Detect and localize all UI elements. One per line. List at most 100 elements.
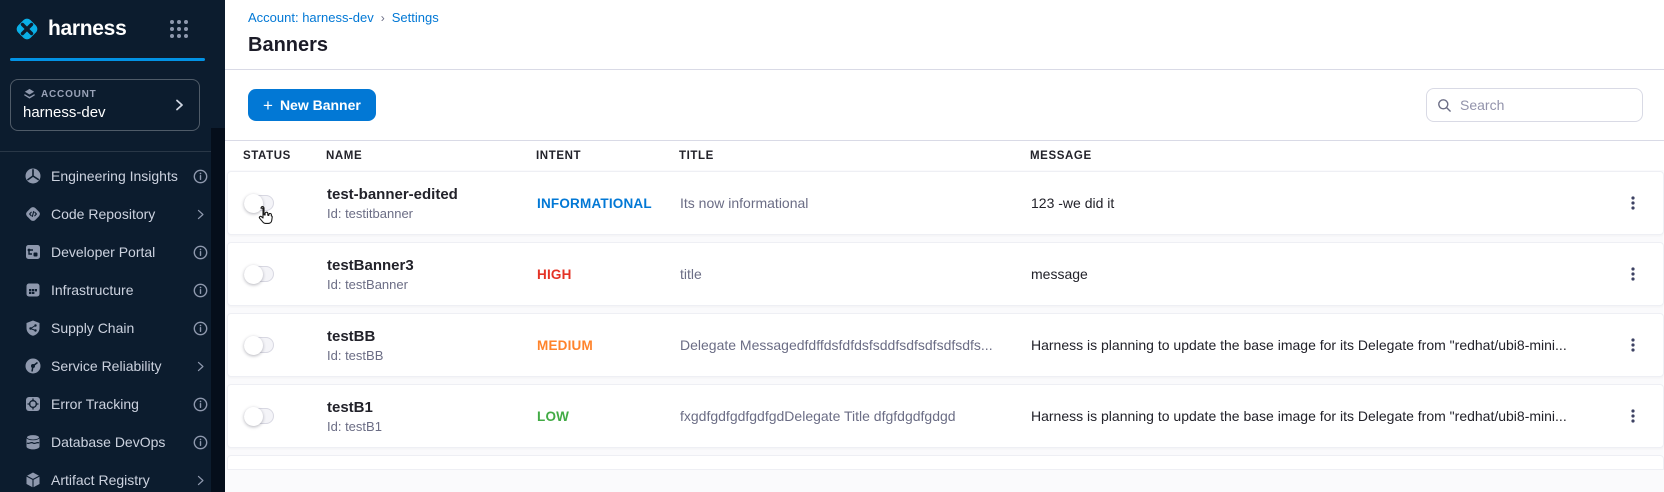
breadcrumb-account-link[interactable]: Account: harness-dev	[248, 10, 374, 25]
row-menu-button[interactable]	[1619, 402, 1647, 430]
column-header-title: TITLE	[679, 150, 1030, 162]
page-header: Account: harness-dev › Settings Banners	[225, 0, 1664, 70]
banner-message: 123 -we did it	[1031, 195, 1619, 211]
banner-title: title	[680, 266, 1031, 282]
sidebar-item[interactable]: Developer Portal	[0, 233, 225, 271]
banner-intent: MEDIUM	[537, 338, 680, 353]
sidebar-item[interactable]: Supply Chain	[0, 309, 225, 347]
info-icon[interactable]	[193, 321, 208, 336]
chevron-right-icon	[194, 474, 207, 487]
app-window: harness ACCOUNT harness-dev	[0, 0, 1664, 492]
search-input[interactable]	[1460, 97, 1632, 113]
status-toggle[interactable]	[244, 337, 274, 353]
sidebar: harness ACCOUNT harness-dev	[0, 0, 225, 492]
new-banner-button[interactable]: + New Banner	[248, 89, 376, 121]
chevron-right-icon	[194, 208, 207, 221]
main-content: Account: harness-dev › Settings Banners …	[225, 0, 1664, 492]
table-row[interactable]: testBanner3 Id: testBanner HIGH title me…	[227, 242, 1664, 306]
toolbar: + New Banner	[225, 70, 1664, 141]
chevron-right-icon	[171, 97, 187, 113]
sidebar-item[interactable]: Infrastructure	[0, 271, 225, 309]
row-menu-button[interactable]	[1619, 260, 1647, 288]
developer-portal-icon	[23, 243, 42, 262]
kebab-icon	[1625, 337, 1641, 353]
banner-message: message	[1031, 266, 1619, 282]
banner-name: testB1	[327, 399, 537, 416]
sidebar-item[interactable]: Error Tracking	[0, 385, 225, 423]
sidebar-scrollbar[interactable]	[211, 128, 225, 492]
row-menu-button[interactable]	[1619, 331, 1647, 359]
status-toggle[interactable]	[244, 408, 274, 424]
sidebar-nav: Engineering Insights Code Repository	[0, 152, 225, 492]
sidebar-item[interactable]: Database DevOps	[0, 423, 225, 461]
column-header-message: MESSAGE	[1030, 150, 1620, 162]
sidebar-item[interactable]: Code Repository	[0, 195, 225, 233]
account-layers-icon	[23, 88, 36, 101]
logo-wordmark: harness	[48, 17, 169, 41]
table-rows: test-banner-edited Id: testitbanner INFO…	[225, 170, 1664, 455]
plus-icon: +	[263, 97, 273, 114]
logo-row: harness	[0, 0, 225, 58]
banner-title: Its now informational	[680, 195, 1031, 211]
info-icon[interactable]	[193, 435, 208, 450]
banner-intent: LOW	[537, 409, 680, 424]
banner-name: test-banner-edited	[327, 186, 537, 203]
error-tracking-icon	[23, 395, 42, 414]
banner-title: Delegate Messagedfdffdsfdfdsfsddfsdfsdfs…	[680, 337, 1031, 353]
search-box	[1426, 88, 1643, 122]
harness-logo-icon	[13, 15, 41, 43]
code-repository-icon	[23, 205, 42, 224]
table-row[interactable]: testB1 Id: testB1 LOW fxgdfgdfgdfgdfgdDe…	[227, 384, 1664, 448]
banner-name: testBB	[327, 328, 537, 345]
artifact-registry-icon	[23, 471, 42, 490]
breadcrumb: Account: harness-dev › Settings	[248, 10, 1664, 25]
info-icon[interactable]	[193, 245, 208, 260]
page-title: Banners	[248, 34, 1664, 57]
banner-intent: HIGH	[537, 267, 680, 282]
supply-chain-icon	[23, 319, 42, 338]
banner-intent: INFORMATIONAL	[537, 196, 680, 211]
banner-id: Id: testB1	[327, 419, 537, 434]
column-header-intent: INTENT	[536, 150, 679, 162]
banner-id: Id: testitbanner	[327, 206, 537, 221]
info-icon[interactable]	[193, 397, 208, 412]
banner-id: Id: testBB	[327, 348, 537, 363]
sidebar-item[interactable]: Engineering Insights	[0, 157, 225, 195]
infrastructure-icon	[23, 281, 42, 300]
chevron-right-icon	[194, 360, 207, 373]
new-banner-label: New Banner	[280, 97, 361, 113]
account-label: ACCOUNT	[41, 89, 97, 100]
row-menu-button[interactable]	[1619, 189, 1647, 217]
app-grid-icon[interactable]	[169, 19, 189, 39]
sidebar-item[interactable]: Service Reliability	[0, 347, 225, 385]
info-icon[interactable]	[193, 283, 208, 298]
banner-id: Id: testBanner	[327, 277, 537, 292]
info-icon[interactable]	[193, 169, 208, 184]
database-devops-icon	[23, 433, 42, 452]
banner-message: Harness is planning to update the base i…	[1031, 337, 1619, 353]
account-name: harness-dev	[23, 104, 171, 121]
table-row[interactable]: test-banner-edited Id: testitbanner INFO…	[227, 171, 1664, 235]
banner-name: testBanner3	[327, 257, 537, 274]
account-selector[interactable]: ACCOUNT harness-dev	[10, 79, 200, 131]
search-icon	[1437, 98, 1452, 113]
kebab-icon	[1625, 408, 1641, 424]
kebab-icon	[1625, 266, 1641, 282]
partial-next-row	[227, 455, 1664, 470]
status-toggle[interactable]	[244, 266, 274, 282]
status-toggle[interactable]	[244, 195, 274, 211]
column-header-status: STATUS	[243, 150, 326, 162]
table-header-row: STATUS NAME INTENT TITLE MESSAGE	[225, 141, 1664, 170]
kebab-icon	[1625, 195, 1641, 211]
column-header-name: NAME	[326, 150, 536, 162]
engineering-insights-icon	[23, 167, 42, 186]
breadcrumb-separator: ›	[381, 11, 385, 25]
table-row[interactable]: testBB Id: testBB MEDIUM Delegate Messag…	[227, 313, 1664, 377]
service-reliability-icon	[23, 357, 42, 376]
sidebar-item[interactable]: Artifact Registry	[0, 461, 225, 492]
banner-message: Harness is planning to update the base i…	[1031, 408, 1619, 424]
breadcrumb-settings-link[interactable]: Settings	[392, 10, 439, 25]
banners-table: STATUS NAME INTENT TITLE MESSAGE test-ba…	[225, 141, 1664, 492]
logo-underline	[10, 58, 205, 61]
banner-title: fxgdfgdfgdfgdfgdDelegate Title dfgfdgdfg…	[680, 408, 1031, 424]
